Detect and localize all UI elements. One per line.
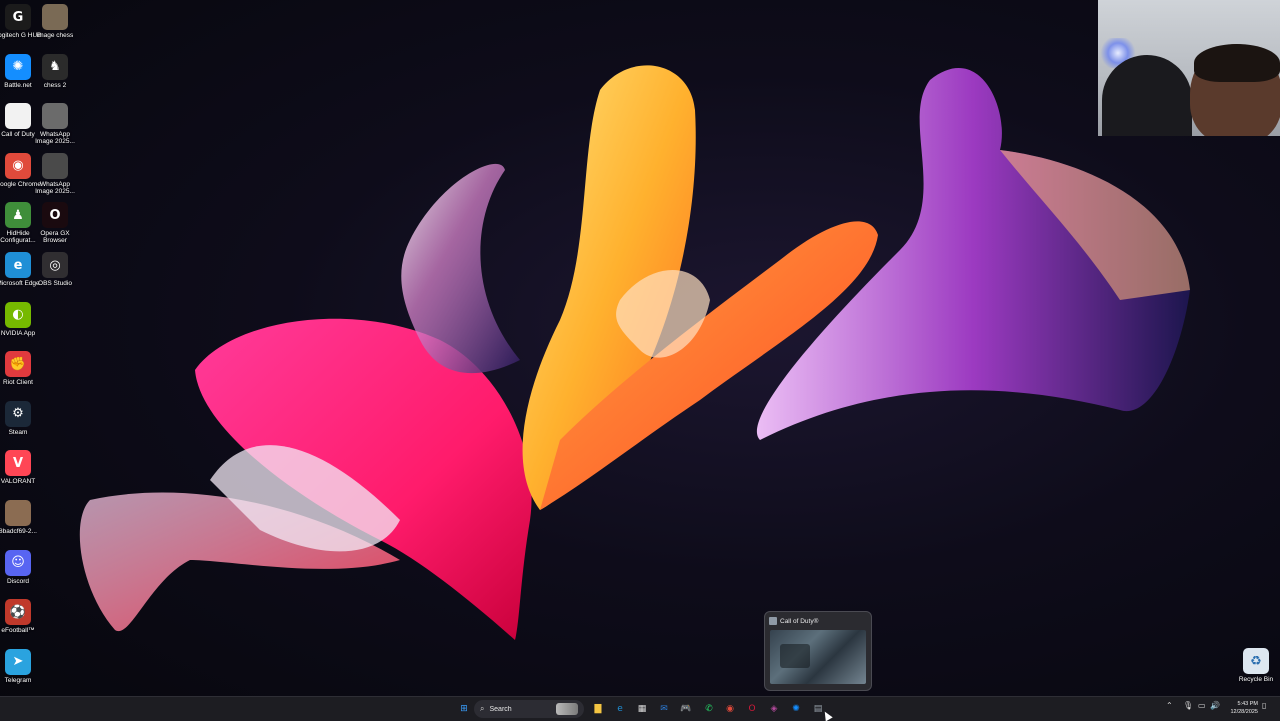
taskbar: ⌕ ⊞▇e▦✉🎮✆◉O◈✺▤ ⌃ 🎙 ▭ 🔊 5:43 PM 12/28/202… (0, 696, 1280, 721)
thumbnail-window-preview[interactable] (770, 630, 866, 684)
desktop-icon-label: VALORANT (0, 478, 36, 486)
microphone-icon[interactable]: 🎙 (1183, 701, 1193, 710)
desktop-icon[interactable]: image chess (31, 4, 79, 50)
battle-net-icon: ✺ (5, 53, 31, 80)
desktop-icon[interactable]: ☺ Discord (0, 549, 42, 596)
desktop-icon[interactable]: O Opera GX Browser (31, 202, 79, 248)
network-icon[interactable]: ▭ (1198, 701, 1206, 710)
desktop-icon-label: Steam (8, 428, 28, 436)
mail-icon[interactable]: ✉ (656, 701, 672, 717)
desktop-icon-label: Riot Client (3, 379, 33, 387)
edge-taskbar-icon[interactable]: e (612, 701, 628, 717)
thumbnail-title: Call of Duty® (780, 617, 819, 625)
desktop-icon[interactable]: ✊ Riot Client (0, 351, 42, 397)
edge-icon: e (5, 252, 31, 278)
image-chess-icon (42, 4, 68, 30)
valorant-icon: V (5, 450, 31, 477)
desktop-icon[interactable]: ◎ OBS Studio (31, 252, 79, 298)
taskbar-clock[interactable]: 5:43 PM 12/28/2025 (1228, 700, 1258, 716)
recycle-bin-icon: ♻ (1243, 648, 1269, 674)
search-input[interactable] (489, 705, 550, 713)
opera-gx-icon: O (42, 202, 68, 229)
image-file-icon (5, 500, 31, 526)
desktop-icon[interactable]: WhatsApp Image 2025... (31, 103, 79, 149)
desktop-icon-label: 8badcf69-2... (0, 528, 37, 535)
desktop-wallpaper (79, 65, 1190, 640)
call-of-duty-app-icon (769, 617, 777, 625)
obs-studio-icon: ◎ (42, 252, 68, 278)
opera-gx-taskbar-icon[interactable]: O (744, 701, 760, 717)
notifications-icon[interactable]: ▯ (1262, 701, 1266, 710)
efootball-icon: ⚽ (5, 599, 31, 626)
whatsapp-image-icon (42, 152, 68, 179)
discord-icon: ☺ (5, 549, 31, 576)
chess-2-icon: ♞ (42, 53, 68, 80)
telegram-icon: ➤ (5, 648, 31, 675)
desktop-icon-label: NVIDIA App (0, 329, 36, 337)
desktop-icon[interactable]: WhatsApp Image 2025... (31, 152, 79, 199)
webcam-person-hair (1194, 44, 1280, 82)
chrome-icon: ◉ (5, 152, 31, 179)
desktop-icon[interactable]: V VALORANT (0, 450, 42, 496)
webcam-chair (1102, 55, 1192, 136)
github-desktop-icon[interactable]: ◈ (766, 701, 782, 717)
clock-time: 5:43 PM (1237, 701, 1258, 707)
logitech-g-hub-icon: G (5, 4, 31, 30)
call-of-duty-file-icon (5, 103, 31, 130)
desktop-icon[interactable]: 8badcf69-2... (0, 500, 42, 546)
taskbar-thumbnail-preview[interactable]: Call of Duty® (764, 611, 872, 691)
desktop-icon-label: Opera GX Browser (40, 230, 70, 245)
desktop-icon[interactable]: ⚽ eFootball™ (0, 599, 42, 645)
volume-icon[interactable]: 🔊 (1210, 701, 1220, 710)
hidhide-icon: ♟ (5, 202, 31, 229)
nvidia-icon: ◐ (5, 301, 31, 328)
desktop-icon[interactable]: ⚙ Steam (0, 400, 42, 447)
desktop-icon-label: eFootball™ (1, 627, 35, 635)
desktop-icon[interactable]: ♞ chess 2 (31, 53, 79, 100)
desktop-icon-label: WhatsApp Image 2025... (35, 180, 75, 195)
desktop-icon-label: WhatsApp Image 2025... (35, 131, 75, 146)
riot-client-icon: ✊ (5, 351, 31, 378)
search-icon: ⌕ (480, 704, 485, 713)
search-highlight-image (556, 703, 578, 715)
desktop-icon-label: chess 2 (43, 81, 67, 89)
start-button[interactable]: ⊞ (456, 701, 472, 717)
taskbar-search-box[interactable]: ⌕ (474, 700, 584, 718)
show-hidden-icons-chevron-icon[interactable]: ⌃ (1166, 701, 1173, 710)
desktop-icon[interactable]: ➤ Telegram (0, 648, 42, 695)
chrome-taskbar-icon[interactable]: ◉ (722, 701, 738, 717)
battle-net-taskbar-icon[interactable]: ✺ (788, 701, 804, 717)
desktop-icon-label: Recycle Bin (1238, 676, 1274, 683)
desktop-icon-label: OBS Studio (38, 280, 72, 287)
desktop-icon-label: image chess (36, 32, 74, 39)
steam-icon: ⚙ (5, 400, 31, 427)
desktop-icon[interactable]: ◐ NVIDIA App (0, 301, 42, 348)
clock-date: 12/28/2025 (1230, 709, 1258, 715)
webcam-overlay (1098, 0, 1280, 136)
whatsapp-icon[interactable]: ✆ (701, 701, 717, 717)
store-icon[interactable]: ▦ (634, 701, 650, 717)
desktop-icon-recycle-bin[interactable]: ♻ Recycle Bin (1232, 648, 1280, 694)
file-explorer-icon[interactable]: ▇ (590, 701, 606, 717)
desktop-icon-label: Discord (6, 577, 30, 585)
gamepad-icon[interactable]: 🎮 (678, 701, 694, 717)
thumbnail-title-bar: Call of Duty® (769, 616, 818, 626)
whatsapp-image-icon (42, 103, 68, 130)
desktop-icon-label: Telegram (4, 676, 32, 684)
